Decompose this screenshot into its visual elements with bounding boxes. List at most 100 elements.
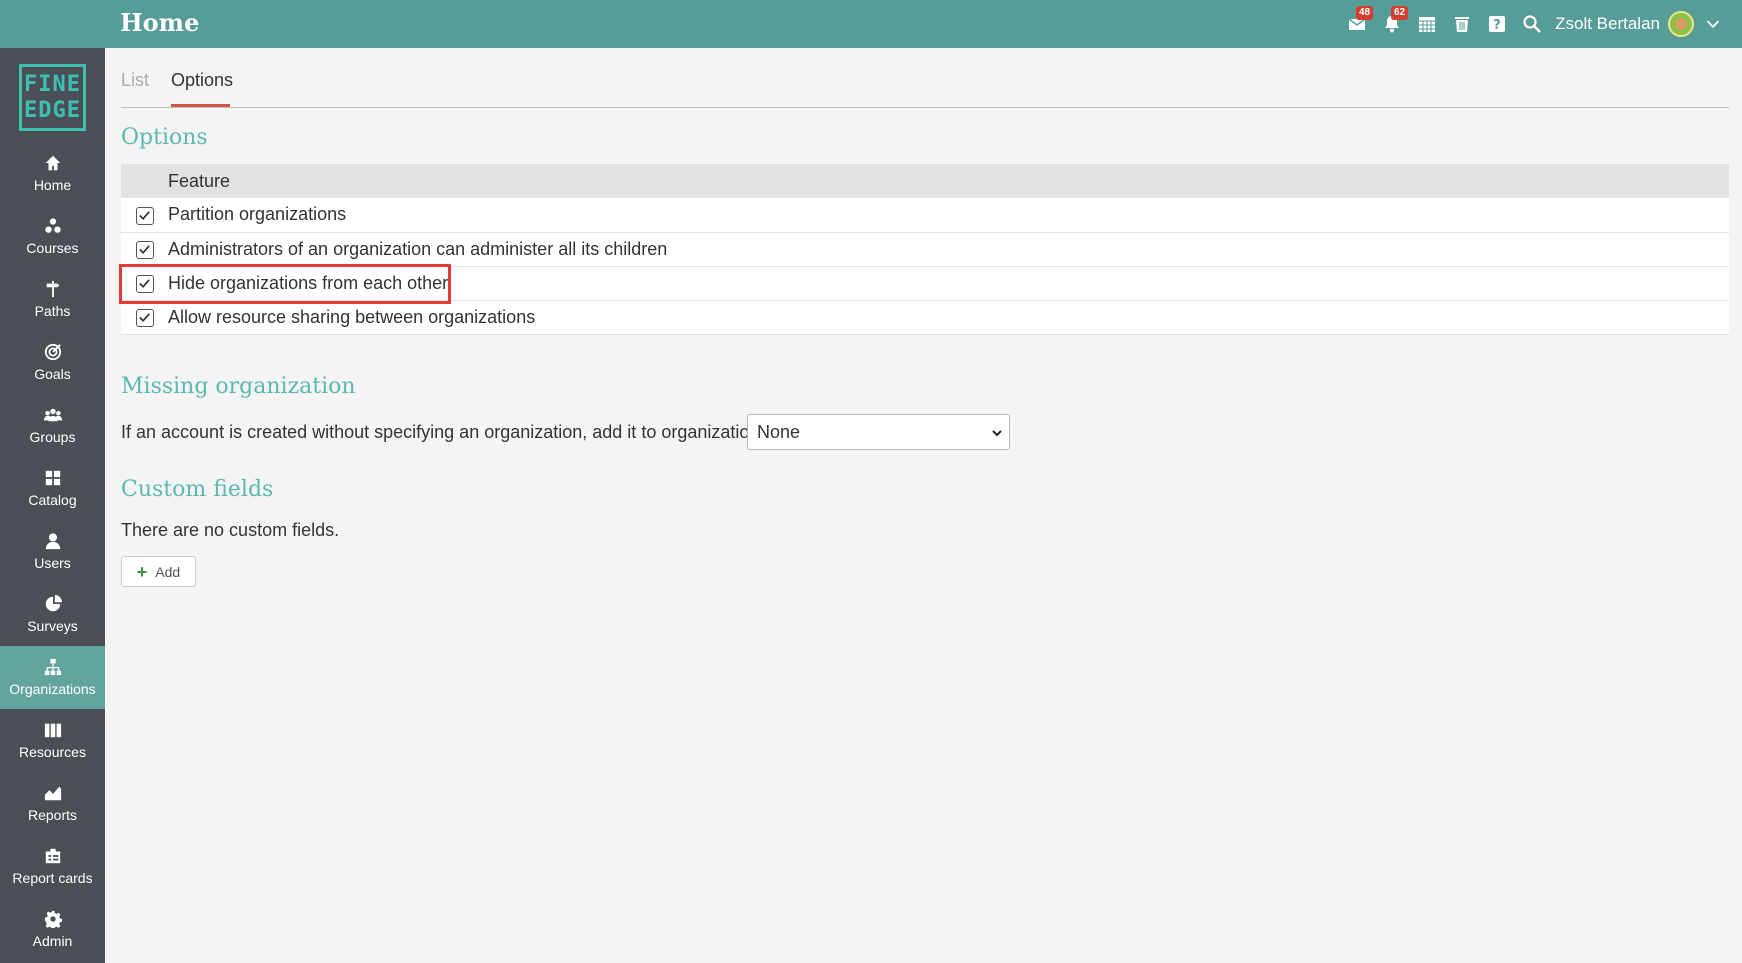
organization-select[interactable]: None <box>747 414 1010 450</box>
top-bar-actions: 48 62 ? Zsolt Bertalan <box>1339 0 1722 48</box>
active-tab-indicator <box>171 104 230 107</box>
feature-label: Hide organizations from each other <box>168 266 1729 301</box>
feature-label: Allow resource sharing between organizat… <box>168 300 1729 335</box>
options-header-row: Feature <box>121 164 1729 198</box>
sidebar-item-label: Catalog <box>28 492 77 508</box>
tab-bar: List Options <box>121 48 1729 108</box>
sidebar-nav: Home Courses Paths Goals Groups Catalog … <box>0 142 105 961</box>
sidebar-item-report-cards[interactable]: Report cards <box>0 835 105 898</box>
paths-icon <box>46 280 59 298</box>
catalog-icon <box>45 470 60 486</box>
trash-button[interactable] <box>1444 0 1479 48</box>
sidebar-item-users[interactable]: Users <box>0 520 105 583</box>
resource-sharing-checkbox[interactable] <box>135 308 154 327</box>
sidebar-item-label: Groups <box>29 429 76 445</box>
checkbox-column-header <box>121 164 168 198</box>
custom-fields-heading: Custom fields <box>121 477 274 502</box>
avatar[interactable] <box>1668 11 1694 37</box>
chevron-down-icon <box>992 430 1002 437</box>
add-button-label: Add <box>155 563 181 580</box>
sidebar-item-label: Goals <box>34 366 71 382</box>
sidebar-item-label: Paths <box>34 303 71 319</box>
search-icon <box>1523 15 1541 33</box>
sidebar-item-catalog[interactable]: Catalog <box>0 457 105 520</box>
gear-icon <box>44 910 62 928</box>
main-content: List Options Options Feature Partition o… <box>119 48 1729 587</box>
organizations-icon <box>44 658 61 676</box>
check-icon <box>139 245 150 255</box>
chevron-down-icon[interactable] <box>1704 15 1722 33</box>
top-bar: Home 48 62 ? Zsolt Bertalan <box>0 0 1742 48</box>
search-button[interactable] <box>1514 0 1549 48</box>
organization-select-value: None <box>757 421 801 442</box>
table-row: Allow resource sharing between organizat… <box>121 300 1729 335</box>
partition-organizations-checkbox[interactable] <box>135 206 154 225</box>
table-row: Hide organizations from each other <box>121 266 1729 301</box>
table-row: Administrators of an organization can ad… <box>121 232 1729 267</box>
sidebar-item-label: Organizations <box>9 681 96 697</box>
calendar-button[interactable] <box>1409 0 1444 48</box>
sidebar-item-home[interactable]: Home <box>0 142 105 205</box>
missing-organization-text: If an account is created without specify… <box>121 422 765 442</box>
trash-icon <box>1454 17 1469 32</box>
tab-options[interactable]: Options <box>171 70 233 91</box>
sidebar-item-reports[interactable]: Reports <box>0 772 105 835</box>
missing-organization-heading: Missing organization <box>121 374 356 399</box>
hide-organizations-checkbox[interactable] <box>135 274 154 293</box>
table-row: Partition organizations <box>121 198 1729 233</box>
surveys-icon <box>45 595 62 612</box>
help-icon: ? <box>1488 16 1505 33</box>
sidebar-item-label: Resources <box>19 744 86 760</box>
sidebar-item-resources[interactable]: Resources <box>0 709 105 772</box>
sidebar-item-label: Reports <box>27 807 78 823</box>
sidebar-item-label: Report cards <box>12 870 93 886</box>
feature-label: Partition organizations <box>168 198 1729 233</box>
username[interactable]: Zsolt Bertalan <box>1555 14 1660 34</box>
add-custom-field-button[interactable]: + Add <box>121 556 196 587</box>
page-title: Home <box>120 8 200 37</box>
home-icon <box>45 155 60 171</box>
groups-icon <box>43 408 62 422</box>
feature-column-header: Feature <box>168 164 1729 198</box>
messages-button[interactable]: 48 <box>1339 0 1374 48</box>
options-heading: Options <box>121 125 208 150</box>
sidebar-item-admin[interactable]: Admin <box>0 898 105 961</box>
sidebar-item-groups[interactable]: Groups <box>0 394 105 457</box>
help-button[interactable]: ? <box>1479 0 1514 48</box>
report-cards-icon <box>45 848 60 864</box>
notifications-button[interactable]: 62 <box>1374 0 1409 48</box>
reports-icon <box>44 786 61 801</box>
svg-text:?: ? <box>1493 18 1501 33</box>
users-icon <box>45 533 60 550</box>
sidebar-item-organizations[interactable]: Organizations <box>0 646 105 709</box>
options-table: Feature Partition organizations Administ… <box>121 164 1729 335</box>
sidebar-item-label: Users <box>34 555 71 571</box>
calendar-icon <box>1418 17 1435 32</box>
sidebar-item-label: Courses <box>26 240 79 256</box>
avatar-face <box>1675 18 1687 30</box>
tab-list[interactable]: List <box>121 70 149 91</box>
goals-icon <box>44 343 61 361</box>
notifications-badge: 62 <box>1390 6 1409 20</box>
no-custom-fields-text: There are no custom fields. <box>121 520 340 540</box>
sidebar-item-label: Surveys <box>27 618 78 634</box>
admin-children-checkbox[interactable] <box>135 240 154 259</box>
feature-label: Administrators of an organization can ad… <box>168 232 1729 267</box>
logo-line-1: FINE <box>24 71 81 97</box>
messages-badge: 48 <box>1355 6 1374 20</box>
sidebar-item-label: Home <box>33 177 72 193</box>
sidebar: FINE EDGE Home Courses Paths Goals Group… <box>0 48 105 963</box>
logo-line-2: EDGE <box>24 97 81 123</box>
sidebar-item-courses[interactable]: Courses <box>0 205 105 268</box>
sidebar-item-paths[interactable]: Paths <box>0 268 105 331</box>
plus-icon: + <box>136 561 148 582</box>
fine-edge-logo[interactable]: FINE EDGE <box>19 64 86 131</box>
courses-icon <box>44 218 61 233</box>
check-icon <box>139 279 150 289</box>
sidebar-item-goals[interactable]: Goals <box>0 331 105 394</box>
sidebar-item-surveys[interactable]: Surveys <box>0 583 105 646</box>
resources-icon <box>44 723 61 738</box>
check-icon <box>139 313 150 323</box>
sidebar-item-label: Admin <box>32 933 73 949</box>
check-icon <box>139 211 150 220</box>
